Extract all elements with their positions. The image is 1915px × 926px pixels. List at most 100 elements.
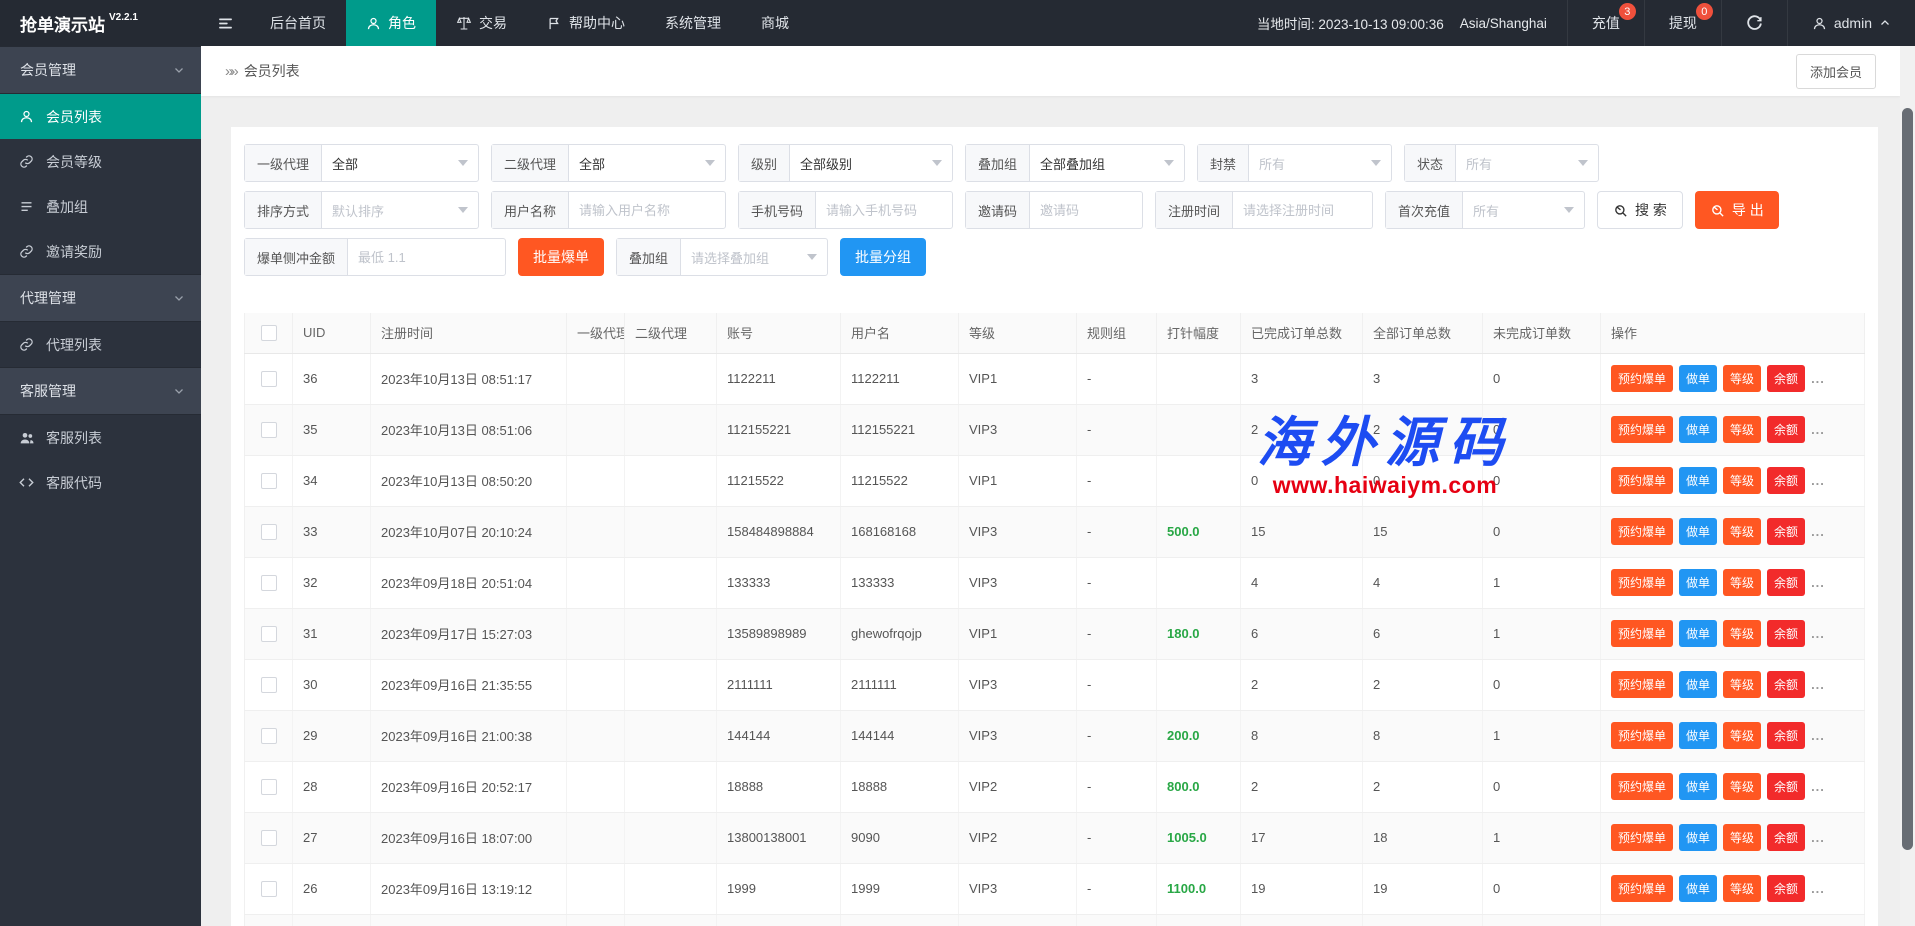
row-more-button[interactable]: ...	[1811, 677, 1825, 692]
row-action-预约爆单[interactable]: 预约爆单	[1611, 620, 1673, 647]
row-checkbox[interactable]	[261, 575, 277, 591]
nav-item-4[interactable]: 系统管理	[645, 0, 741, 46]
filter-input[interactable]	[348, 239, 505, 275]
row-action-做单[interactable]: 做单	[1679, 416, 1717, 443]
filter-input[interactable]	[1030, 192, 1142, 228]
sidebar-item-1[interactable]: 会员列表	[0, 94, 201, 139]
row-checkbox[interactable]	[261, 422, 277, 438]
sidebar-section-7[interactable]: 客服管理	[0, 367, 201, 415]
select-value[interactable]: 所有	[1463, 192, 1564, 228]
row-action-等级[interactable]: 等级	[1723, 467, 1761, 494]
row-more-button[interactable]: ...	[1811, 830, 1825, 845]
row-action-预约爆单[interactable]: 预约爆单	[1611, 875, 1673, 902]
sidebar-toggle-button[interactable]	[200, 0, 250, 46]
select-all-checkbox[interactable]	[261, 325, 277, 341]
row-action-做单[interactable]: 做单	[1679, 467, 1717, 494]
row-more-button[interactable]: ...	[1811, 575, 1825, 590]
row-checkbox[interactable]	[261, 677, 277, 693]
row-action-余额[interactable]: 余额	[1767, 824, 1805, 851]
row-more-button[interactable]: ...	[1811, 626, 1825, 641]
row-more-button[interactable]: ...	[1811, 779, 1825, 794]
row-action-预约爆单[interactable]: 预约爆单	[1611, 722, 1673, 749]
row-action-余额[interactable]: 余额	[1767, 773, 1805, 800]
sidebar-section-0[interactable]: 会员管理	[0, 46, 201, 94]
row-action-做单[interactable]: 做单	[1679, 875, 1717, 902]
sidebar-section-5[interactable]: 代理管理	[0, 274, 201, 322]
select-value[interactable]: 默认排序	[322, 192, 458, 228]
row-action-等级[interactable]: 等级	[1723, 875, 1761, 902]
row-more-button[interactable]: ...	[1811, 371, 1825, 386]
add-member-button[interactable]: 添加会员	[1796, 54, 1876, 89]
select-value[interactable]: 全部叠加组	[1030, 145, 1164, 181]
refresh-button[interactable]	[1721, 0, 1787, 46]
row-action-余额[interactable]: 余额	[1767, 875, 1805, 902]
sidebar-item-2[interactable]: 会员等级	[0, 139, 201, 184]
select-value[interactable]: 所有	[1249, 145, 1371, 181]
row-action-等级[interactable]: 等级	[1723, 518, 1761, 545]
row-action-余额[interactable]: 余额	[1767, 518, 1805, 545]
row-more-button[interactable]: ...	[1811, 881, 1825, 896]
sidebar-item-3[interactable]: 叠加组	[0, 184, 201, 229]
row-action-做单[interactable]: 做单	[1679, 365, 1717, 392]
vertical-scrollbar[interactable]	[1900, 46, 1915, 926]
select-value[interactable]: 全部级别	[790, 145, 932, 181]
sidebar-item-9[interactable]: 客服代码	[0, 460, 201, 505]
nav-item-2[interactable]: 交易	[436, 0, 527, 46]
row-checkbox[interactable]	[261, 371, 277, 387]
row-action-等级[interactable]: 等级	[1723, 620, 1761, 647]
filter-input[interactable]	[816, 192, 952, 228]
row-action-等级[interactable]: 等级	[1723, 671, 1761, 698]
select-value[interactable]: 全部	[569, 145, 705, 181]
filter-button-批量分组[interactable]: 批量分组	[840, 238, 926, 276]
row-checkbox[interactable]	[261, 830, 277, 846]
row-action-做单[interactable]: 做单	[1679, 824, 1717, 851]
row-action-余额[interactable]: 余额	[1767, 467, 1805, 494]
row-more-button[interactable]: ...	[1811, 524, 1825, 539]
select-value[interactable]: 请选择叠加组	[681, 239, 807, 275]
nav-item-0[interactable]: 后台首页	[250, 0, 346, 46]
row-action-余额[interactable]: 余额	[1767, 569, 1805, 596]
row-action-做单[interactable]: 做单	[1679, 773, 1717, 800]
nav-item-1[interactable]: 角色	[346, 0, 436, 46]
row-checkbox[interactable]	[261, 626, 277, 642]
row-action-预约爆单[interactable]: 预约爆单	[1611, 569, 1673, 596]
select-value[interactable]: 所有	[1456, 145, 1578, 181]
row-checkbox[interactable]	[261, 524, 277, 540]
filter-button-搜 索[interactable]: 搜 索	[1597, 191, 1683, 229]
row-checkbox[interactable]	[261, 881, 277, 897]
row-action-做单[interactable]: 做单	[1679, 569, 1717, 596]
row-more-button[interactable]: ...	[1811, 473, 1825, 488]
row-action-做单[interactable]: 做单	[1679, 620, 1717, 647]
filter-button-批量爆单[interactable]: 批量爆单	[518, 238, 604, 276]
row-action-等级[interactable]: 等级	[1723, 722, 1761, 749]
row-action-做单[interactable]: 做单	[1679, 722, 1717, 749]
nav-item-5[interactable]: 商城	[741, 0, 809, 46]
nav-item-3[interactable]: 帮助中心	[527, 0, 645, 46]
row-checkbox[interactable]	[261, 728, 277, 744]
sidebar-item-6[interactable]: 代理列表	[0, 322, 201, 367]
scrollbar-thumb[interactable]	[1902, 108, 1913, 850]
row-action-余额[interactable]: 余额	[1767, 620, 1805, 647]
row-action-预约爆单[interactable]: 预约爆单	[1611, 467, 1673, 494]
row-action-余额[interactable]: 余额	[1767, 671, 1805, 698]
select-value[interactable]: 全部	[322, 145, 458, 181]
row-action-余额[interactable]: 余额	[1767, 722, 1805, 749]
row-action-预约爆单[interactable]: 预约爆单	[1611, 365, 1673, 392]
row-action-预约爆单[interactable]: 预约爆单	[1611, 773, 1673, 800]
row-action-等级[interactable]: 等级	[1723, 365, 1761, 392]
row-action-余额[interactable]: 余额	[1767, 416, 1805, 443]
user-menu[interactable]: admin	[1787, 0, 1915, 46]
filter-input[interactable]	[569, 192, 725, 228]
sidebar-item-4[interactable]: 邀请奖励	[0, 229, 201, 274]
navbar-action-1[interactable]: 提现0	[1644, 0, 1721, 46]
row-action-预约爆单[interactable]: 预约爆单	[1611, 671, 1673, 698]
row-action-做单[interactable]: 做单	[1679, 518, 1717, 545]
row-action-做单[interactable]: 做单	[1679, 671, 1717, 698]
navbar-action-0[interactable]: 充值3	[1567, 0, 1644, 46]
row-action-预约爆单[interactable]: 预约爆单	[1611, 824, 1673, 851]
row-checkbox[interactable]	[261, 779, 277, 795]
row-action-等级[interactable]: 等级	[1723, 824, 1761, 851]
row-action-等级[interactable]: 等级	[1723, 416, 1761, 443]
sidebar-item-8[interactable]: 客服列表	[0, 415, 201, 460]
row-action-等级[interactable]: 等级	[1723, 773, 1761, 800]
